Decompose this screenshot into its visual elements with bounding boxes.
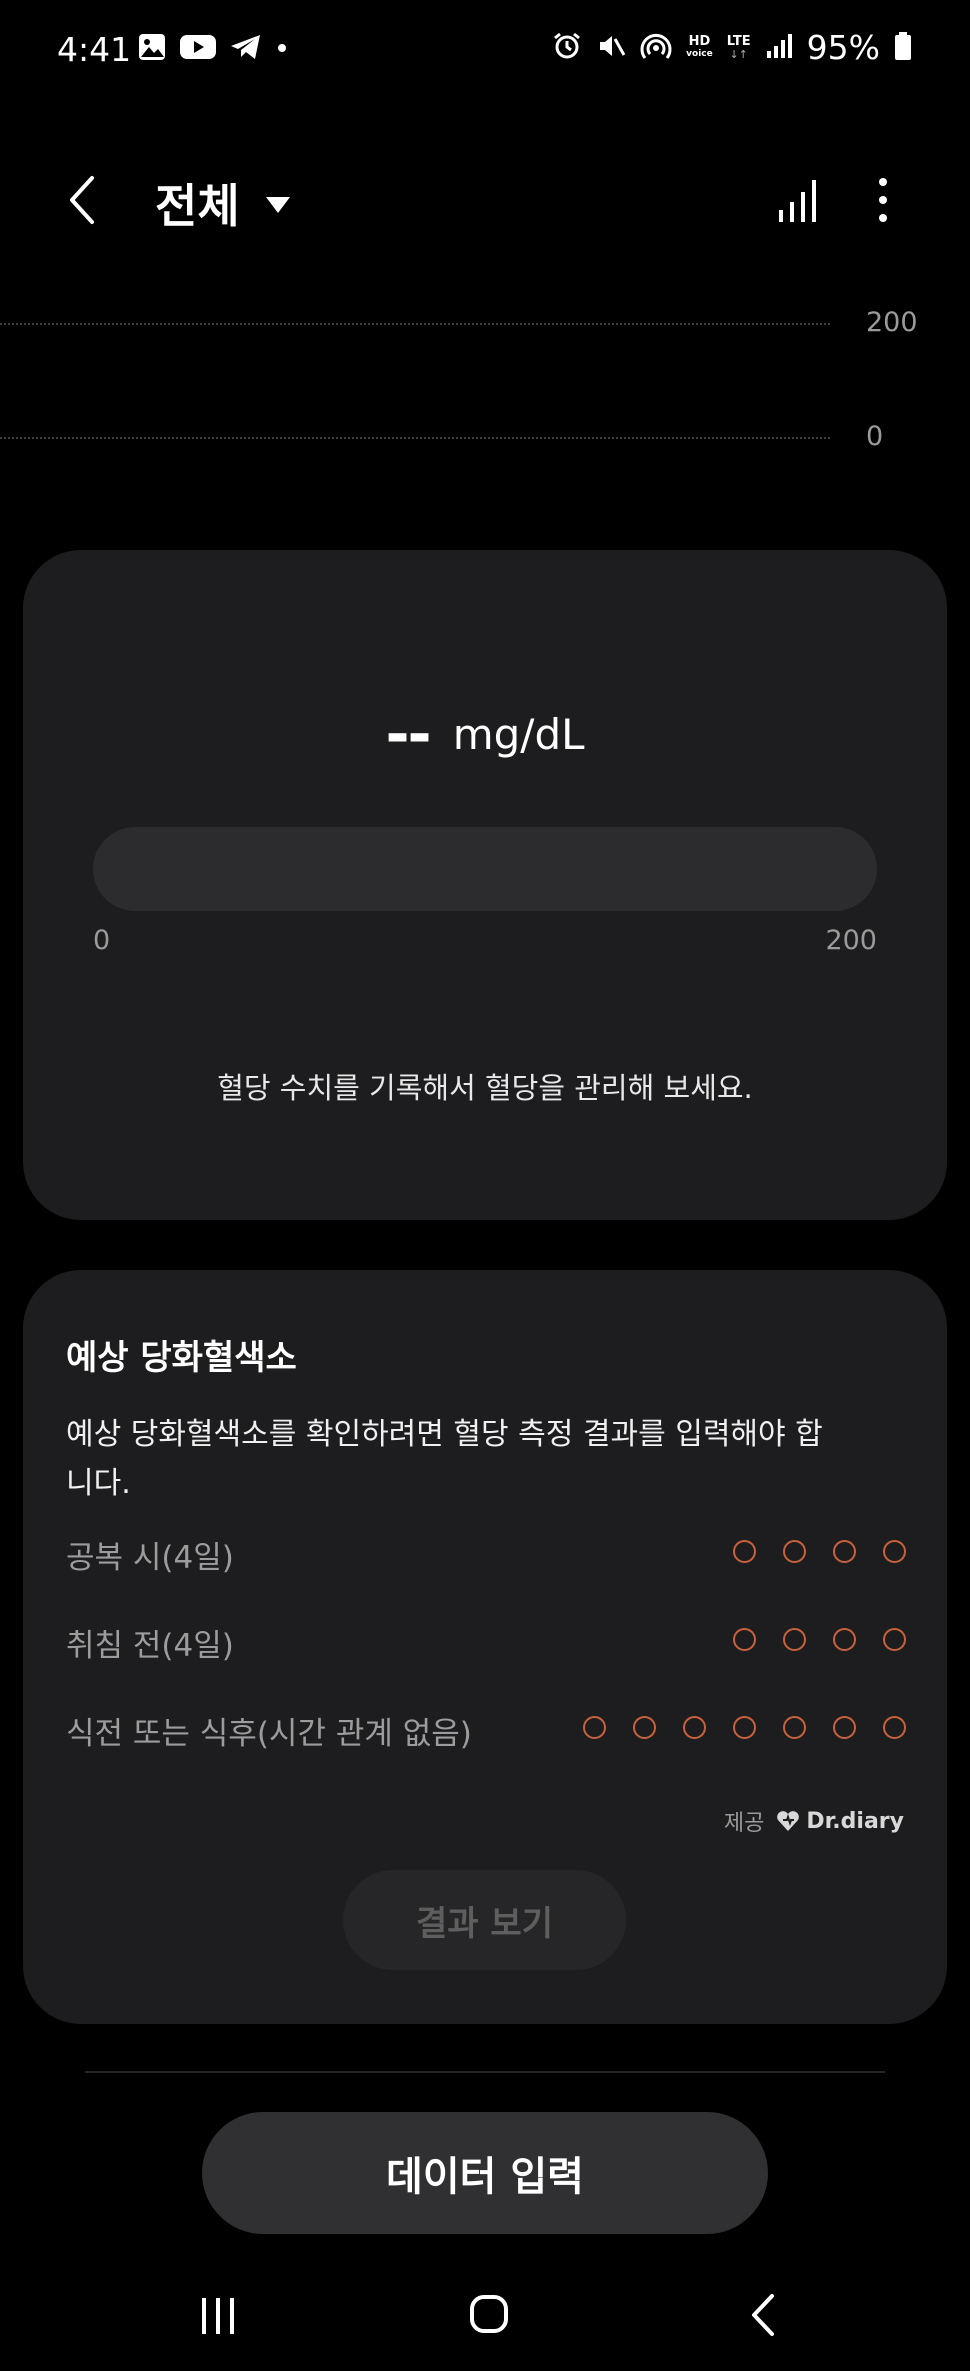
more-options-button[interactable] — [868, 172, 898, 228]
page-title: 전체 — [155, 179, 240, 233]
notification-dot-icon — [275, 40, 289, 59]
progress-dot — [733, 1628, 756, 1651]
progress-dot — [783, 1716, 806, 1739]
reading-unit: mg/dL — [452, 709, 585, 759]
recent-apps-icon — [202, 2298, 234, 2334]
dropdown-caret-icon — [265, 197, 290, 213]
provider-name: Dr.diary — [806, 1808, 904, 1834]
voice-label: voice — [686, 48, 713, 59]
battery-percentage: 95% — [806, 28, 880, 67]
gridline-bottom — [0, 437, 830, 439]
progress-dot — [883, 1716, 906, 1739]
tick-label-top: 200 — [866, 307, 918, 338]
provider-label: 제공 — [723, 1811, 765, 1836]
nav-back-button[interactable] — [748, 2292, 778, 2338]
lte-icon: LTE ↓↑ — [726, 33, 751, 61]
status-left-icons — [137, 32, 289, 66]
header: 전체 — [0, 150, 970, 250]
status-bar: 4:41 HD voice LTE ↓↑ 95% — [0, 0, 970, 100]
gridline-top — [0, 323, 830, 325]
youtube-icon — [179, 33, 217, 65]
a1c-row-bedtime: 취침 전(4일) — [66, 1616, 906, 1666]
signal-icon — [765, 32, 793, 64]
range-min-label: 0 — [93, 925, 111, 956]
system-nav-bar — [0, 2270, 970, 2371]
chart-icon — [779, 180, 816, 222]
back-icon — [70, 176, 94, 224]
tick-label-bottom: 0 — [866, 421, 884, 452]
a1c-progress-dots — [583, 1716, 906, 1739]
a1c-description: 예상 당화혈색소를 확인하려면 혈당 측정 결과를 입력해야 합니다. — [66, 1417, 823, 1501]
provider-logo: Dr.diary — [776, 1809, 904, 1834]
glucose-mini-chart: 200 0 — [0, 295, 970, 465]
status-right-icons: HD voice LTE ↓↑ 95% — [552, 28, 912, 67]
a1c-row-fasting: 공복 시(4일) — [66, 1528, 906, 1578]
battery-icon — [894, 31, 912, 65]
a1c-row-label: 공복 시(4일) — [66, 1540, 234, 1576]
glucose-range-bar — [93, 827, 877, 911]
a1c-title: 예상 당화혈색소 — [66, 1338, 297, 1378]
more-icon — [879, 178, 887, 222]
a1c-progress-dots — [733, 1540, 906, 1563]
reading-value: -- mg/dL — [23, 700, 947, 768]
progress-dot — [833, 1628, 856, 1651]
back-button[interactable] — [62, 170, 112, 230]
progress-dot — [733, 1540, 756, 1563]
progress-dot — [833, 1540, 856, 1563]
progress-dot — [783, 1628, 806, 1651]
range-max-label: 200 — [825, 925, 877, 956]
telegram-icon — [229, 32, 263, 66]
glucose-reading-card: -- mg/dL 0 200 혈당 수치를 기록해서 혈당을 관리해 보세요. — [23, 550, 947, 1220]
progress-dot — [833, 1716, 856, 1739]
nav-back-icon — [752, 2294, 774, 2336]
a1c-row-meal: 식전 또는 식후(시간 관계 없음) — [66, 1704, 906, 1754]
a1c-row-label: 취침 전(4일) — [66, 1628, 234, 1664]
category-dropdown[interactable]: 전체 — [155, 170, 290, 236]
data-input-button[interactable]: 데이터 입력 — [202, 2112, 768, 2234]
progress-dot — [633, 1716, 656, 1739]
progress-dot — [683, 1716, 706, 1739]
a1c-progress-dots — [733, 1628, 906, 1651]
alarm-icon — [552, 31, 582, 65]
recent-apps-button[interactable] — [198, 2294, 238, 2338]
a1c-row-label: 식전 또는 식후(시간 관계 없음) — [66, 1716, 472, 1752]
status-time: 4:41 — [57, 30, 132, 69]
hd-label: HD — [688, 33, 711, 49]
reading-hint: 혈당 수치를 기록해서 혈당을 관리해 보세요. — [217, 1071, 753, 1105]
mute-icon — [596, 31, 626, 65]
provider-credit: 제공 Dr.diary — [724, 1805, 904, 1837]
progress-dot — [583, 1716, 606, 1739]
progress-dot — [883, 1540, 906, 1563]
gallery-icon — [137, 32, 167, 66]
chart-view-button[interactable] — [773, 172, 823, 228]
heart-logo-icon — [777, 1811, 800, 1831]
view-result-button[interactable]: 결과 보기 — [343, 1870, 626, 1970]
progress-dot — [733, 1716, 756, 1739]
reading-number: -- — [385, 700, 431, 768]
home-icon — [470, 2295, 508, 2333]
home-button[interactable] — [469, 2294, 509, 2334]
progress-dot — [883, 1628, 906, 1651]
hotspot-icon — [640, 31, 672, 65]
hd-voice-icon: HD voice — [686, 35, 713, 61]
lte-label: LTE — [726, 33, 751, 49]
estimated-a1c-card: 예상 당화혈색소 예상 당화혈색소를 확인하려면 혈당 측정 결과를 입력해야 … — [23, 1270, 947, 2024]
divider — [85, 2071, 885, 2073]
progress-dot — [783, 1540, 806, 1563]
